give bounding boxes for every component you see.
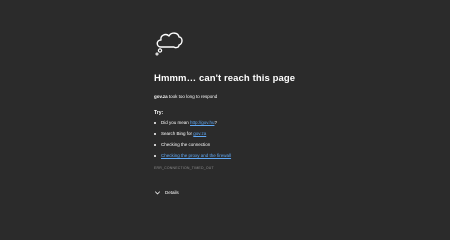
search-bing-link[interactable]: gov.za — [193, 131, 206, 136]
error-subtitle-text: took too long to respond — [167, 94, 218, 99]
details-button[interactable]: Details — [154, 190, 434, 196]
suggestion-suffix: ? — [214, 120, 217, 125]
suggestion-did-you-mean: Did you mean http://gov.hu? — [154, 120, 434, 126]
details-label: Details — [165, 190, 179, 195]
error-subtitle: gov.za took too long to respond — [154, 94, 434, 100]
suggestion-search-bing: Search Bing for gov.za — [154, 131, 434, 137]
try-label: Try: — [154, 110, 164, 116]
suggestion-prefix: Search Bing for — [161, 131, 194, 136]
suggestion-check-connection: Checking the connection — [154, 142, 434, 148]
chevron-down-icon — [155, 191, 160, 195]
error-code: ERR_CONNECTION_TIMED_OUT — [154, 166, 214, 170]
error-domain: gov.za — [154, 94, 168, 99]
suggestion-check-proxy: Checking the proxy and the firewall — [154, 153, 434, 159]
page-title: Hmmm… can't reach this page — [154, 73, 296, 84]
check-proxy-firewall-link[interactable]: Checking the proxy and the firewall — [161, 153, 231, 158]
cloud-icon — [155, 32, 183, 56]
suggestion-list: Did you mean http://gov.hu? Search Bing … — [154, 120, 434, 159]
did-you-mean-link[interactable]: http://gov.hu — [190, 120, 214, 125]
suggestion-prefix: Did you mean — [161, 120, 191, 125]
suggestion-text: Checking the connection — [161, 142, 211, 147]
error-page: Hmmm… can't reach this page gov.za took … — [154, 30, 434, 196]
